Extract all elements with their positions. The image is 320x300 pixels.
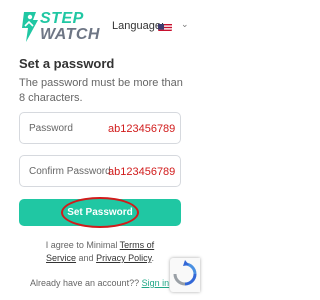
terms-prefix: I agree to Minimal (45, 240, 120, 250)
confirm-password-annotation: ab123456789 (108, 166, 176, 178)
terms-joiner: and (76, 253, 97, 263)
password-requirements: The password must be more than 8 charact… (19, 77, 183, 104)
recaptcha-badge[interactable] (170, 258, 200, 292)
header: STEP WATCH Language: ⌄ (0, 0, 200, 46)
privacy-policy-link[interactable]: Privacy Policy (96, 253, 151, 263)
signin-prompt: Already have an account?? Sign in (30, 278, 169, 288)
set-password-button[interactable]: Set Password (19, 199, 181, 226)
running-man-logo-icon (22, 12, 38, 42)
us-flag-icon[interactable] (158, 21, 172, 31)
page-title: Set a password (19, 56, 115, 71)
logo-text-top: STEP (40, 10, 84, 27)
chevron-down-icon[interactable]: ⌄ (181, 19, 189, 30)
logo-text-bottom: WATCH (40, 26, 100, 43)
password-annotation: ab123456789 (108, 123, 176, 135)
recaptcha-icon (173, 260, 197, 286)
signin-text: Already have an account?? (30, 278, 142, 288)
language-label: Language: (112, 20, 164, 32)
signin-link[interactable]: Sign in (142, 278, 170, 288)
terms-suffix: . (151, 253, 154, 263)
terms-text: I agree to Minimal Terms of Service and … (30, 239, 170, 265)
